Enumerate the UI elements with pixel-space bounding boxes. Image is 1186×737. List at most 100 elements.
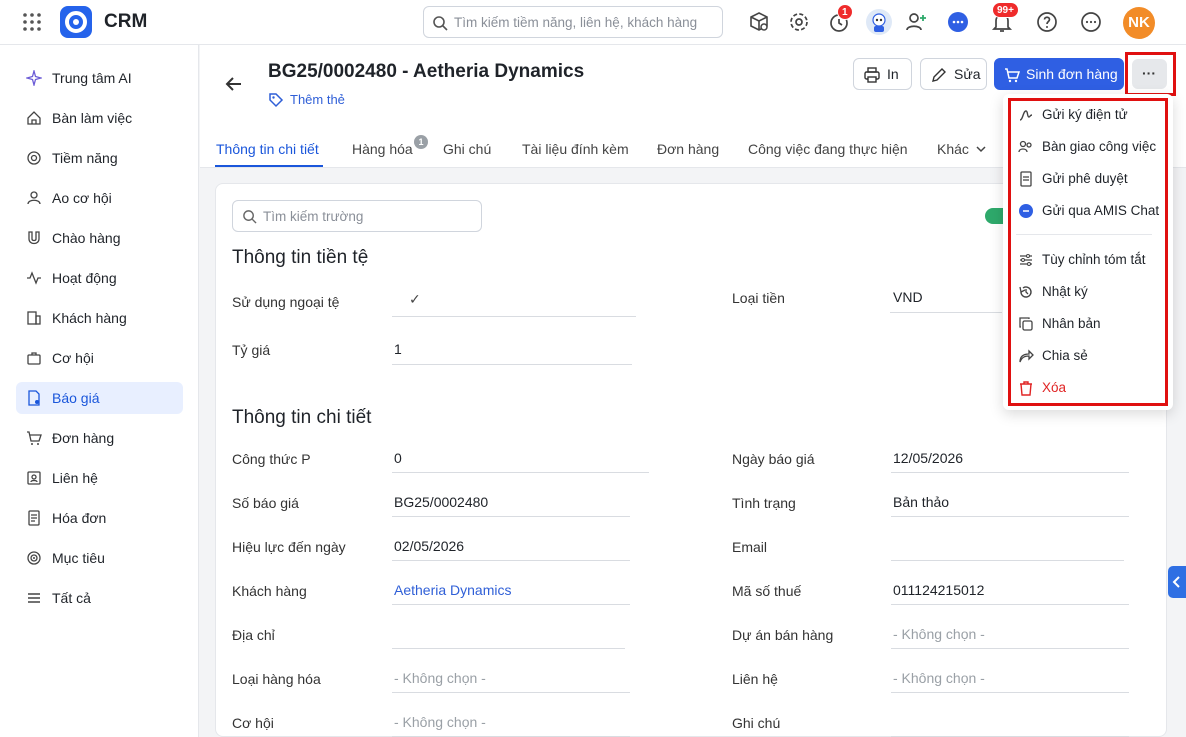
use-foreign-currency-checkbox[interactable]: ✓ [409,291,421,308]
field-search[interactable] [232,200,482,232]
sidebar-item[interactable]: Bàn làm việc [16,102,183,134]
sidebar-item[interactable]: Tiềm năng [16,142,183,174]
note-label: Ghi chú [732,715,781,731]
field-underline [891,604,1129,605]
sidebar-item[interactable]: Ao cơ hội [16,182,183,214]
field-underline [891,560,1124,561]
sidebar-item-label: Ao cơ hội [52,190,112,206]
opportunity-value[interactable]: - Không chọn - [394,714,486,730]
field-underline [392,560,630,561]
field-underline [891,516,1129,517]
sidebar-item-label: Cơ hội [52,350,94,366]
sidebar-item[interactable]: Mục tiêu [16,542,183,574]
field-underline [891,472,1129,473]
user-avatar[interactable]: NK [1123,7,1155,39]
sidebar-item[interactable]: Trung tâm AI [16,62,183,94]
add-tag-label: Thêm thẻ [290,92,345,107]
settings-gear-icon[interactable] [787,10,811,34]
chat-bubble-icon[interactable] [946,10,970,34]
global-search-input[interactable] [454,11,716,33]
status-value[interactable]: Bản thảo [893,494,949,510]
status-label: Tình trạng [732,495,796,511]
email-label: Email [732,539,768,555]
print-button[interactable]: In [853,58,912,90]
package-search-icon[interactable] [747,10,771,34]
exchange-rate-value[interactable]: 1 [394,341,402,357]
tab-other-label: Khác [937,141,969,157]
sidebar-item[interactable]: Hóa đơn [16,502,183,534]
tax-value[interactable]: 011124215012 [893,582,984,598]
currency-type-value[interactable]: VND [893,289,923,305]
sidebar-item[interactable]: Hoạt động [16,262,183,294]
field-underline [392,516,630,517]
side-panel-toggle[interactable] [1168,566,1186,598]
home-icon [27,111,41,125]
sidebar-item[interactable]: Chào hàng [16,222,183,254]
tab-orders[interactable]: Đơn hàng [657,141,719,157]
formula-value[interactable]: 0 [394,450,402,466]
crm-logo[interactable] [60,6,92,38]
create-order-button[interactable]: Sinh đơn hàng [994,58,1124,90]
add-tag-link[interactable]: Thêm thẻ [268,92,345,108]
sidebar-item[interactable]: Cơ hội [16,342,183,374]
quote-no-value[interactable]: BG25/0002480 [394,494,488,510]
customer-value[interactable]: Aetheria Dynamics [394,582,512,598]
sidebar-item-label: Hoạt động [52,270,117,286]
tag-icon [269,93,284,108]
tab-ongoing-tasks[interactable]: Công việc đang thực hiện [748,141,908,157]
edit-label: Sửa [954,66,981,82]
tab-attachments[interactable]: Tài liệu đính kèm [522,141,629,157]
valid-until-label: Hiệu lực đến ngày [232,539,346,555]
field-underline [392,648,625,649]
help-question-icon[interactable] [1035,10,1059,34]
use-foreign-currency-label: Sử dụng ngoại tệ [232,294,340,310]
field-underline [891,648,1129,649]
add-user-icon[interactable] [904,10,928,34]
menu-highlight [1008,98,1168,406]
active-tab-underline [215,165,323,167]
sidebar-item-label: Khách hàng [52,310,127,326]
cart-icon [1005,68,1020,83]
sidebar-item-label: Chào hàng [52,230,121,246]
currency-type-label: Loại tiền [732,290,785,306]
quote-no-label: Số báo giá [232,495,299,511]
contact-value[interactable]: - Không chọn - [893,670,985,686]
project-value[interactable]: - Không chọn - [893,626,985,642]
address-label: Địa chỉ [232,627,275,643]
exchange-rate-label: Tỷ giá [232,342,271,358]
product-type-value[interactable]: - Không chọn - [394,670,486,686]
sidebar-item-label: Trung tâm AI [52,70,132,86]
field-search-input[interactable] [263,206,473,226]
sidebar-item-label: Báo giá [52,390,100,406]
tab-notes[interactable]: Ghi chú [443,141,491,157]
view-toggle[interactable] [985,208,1005,224]
quote-date-value[interactable]: 12/05/2026 [893,450,963,466]
opportunity-label: Cơ hội [232,715,274,731]
valid-until-value[interactable]: 02/05/2026 [394,538,464,554]
chevron-left-icon [1172,576,1180,588]
tab-products[interactable]: Hàng hóa [352,141,413,157]
pencil-icon [932,68,946,82]
mascot-avatar-icon[interactable] [866,9,892,35]
sidebar-item[interactable]: Tất cả [16,582,183,614]
edit-button[interactable]: Sửa [920,58,987,90]
sparkle-icon [26,70,42,86]
more-circle-icon[interactable] [1079,10,1103,34]
detail-section-title: Thông tin chi tiết [232,407,372,428]
sidebar-item-label: Tiềm năng [52,150,118,166]
sidebar-item[interactable]: Đơn hàng [16,422,183,454]
tab-other[interactable]: Khác [937,141,986,157]
app-grid-icon[interactable] [22,12,42,32]
more-button-highlight [1125,52,1176,96]
sidebar-item[interactable]: Báo giá [16,382,183,414]
currency-section-title: Thông tin tiền tệ [232,247,369,268]
tab-details[interactable]: Thông tin chi tiết [216,141,319,157]
back-arrow-icon[interactable] [224,74,244,94]
sidebar-item[interactable]: Khách hàng [16,302,183,334]
sidebar-item[interactable]: Liên hệ [16,462,183,494]
sidebar-item-label: Tất cả [52,590,91,606]
activity-icon [27,271,41,285]
customer-label: Khách hàng [232,583,307,599]
global-search[interactable] [423,6,723,38]
cart-icon [27,431,42,445]
